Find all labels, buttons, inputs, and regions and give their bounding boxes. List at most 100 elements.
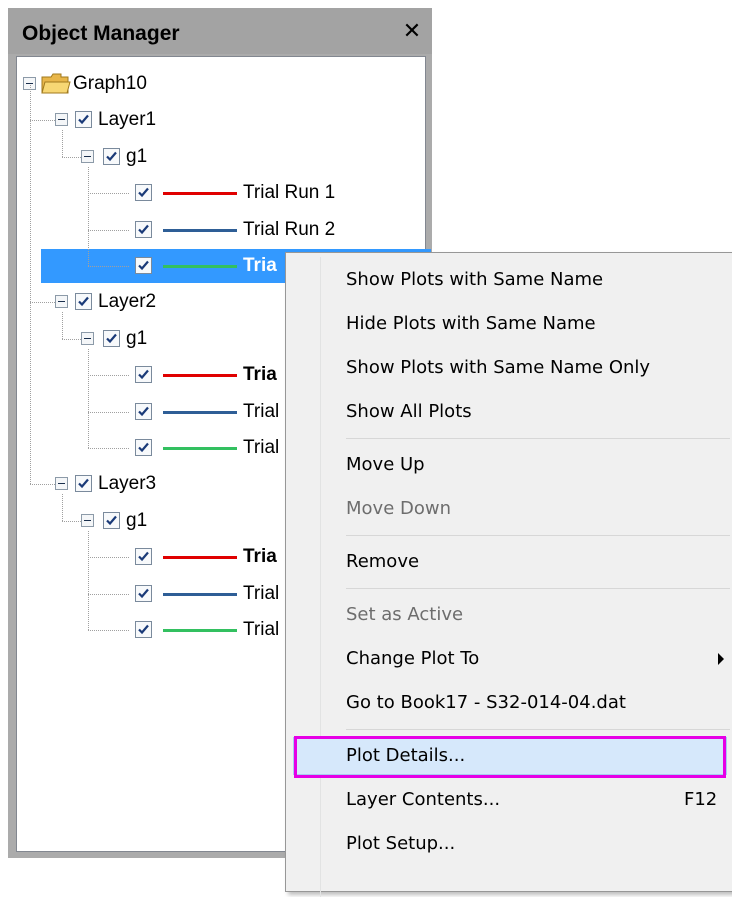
tree-connector bbox=[88, 166, 89, 266]
chevron-right-icon bbox=[718, 653, 724, 665]
close-icon[interactable]: ✕ bbox=[400, 20, 424, 44]
checkbox-checked-icon[interactable] bbox=[135, 621, 152, 638]
menu-item-set-as-active: Set as Active bbox=[286, 593, 732, 637]
tree-connector bbox=[30, 120, 55, 122]
tree-connector bbox=[30, 302, 55, 304]
tree-item-group[interactable]: g1 bbox=[17, 140, 427, 174]
tree-item-label: Trial bbox=[243, 437, 280, 458]
tree-connector bbox=[62, 156, 81, 158]
context-menu: Show Plots with Same Name Hide Plots with… bbox=[285, 252, 732, 897]
menu-item-remove[interactable]: Remove bbox=[286, 540, 732, 584]
tree-item-layer[interactable]: Layer1 bbox=[17, 103, 427, 137]
line-sample-icon bbox=[163, 410, 237, 414]
menu-item-change-plot-to[interactable]: Change Plot To bbox=[286, 637, 732, 681]
collapse-icon[interactable] bbox=[81, 331, 94, 345]
tree-connector bbox=[62, 130, 63, 157]
checkbox-checked-icon[interactable] bbox=[135, 366, 152, 384]
line-sample-icon bbox=[163, 192, 237, 196]
line-sample-icon bbox=[163, 447, 237, 450]
tree-item-label: Layer3 bbox=[98, 473, 157, 495]
menu-item-label: Change Plot To bbox=[346, 648, 480, 669]
tree-item-plot[interactable]: Trial Run 2 bbox=[17, 213, 427, 247]
tree-connector bbox=[88, 630, 129, 631]
line-sample-icon bbox=[163, 556, 237, 560]
tree-connector bbox=[88, 193, 129, 195]
menu-item-label: Remove bbox=[346, 551, 420, 572]
checkbox-checked-icon[interactable] bbox=[75, 475, 92, 493]
tree-item-label: Trial Run 2 bbox=[243, 218, 336, 240]
line-sample-icon bbox=[163, 374, 237, 378]
checkbox-checked-icon[interactable] bbox=[103, 329, 120, 347]
menu-item-label: Hide Plots with Same Name bbox=[346, 313, 596, 334]
menu-item-label: Move Down bbox=[346, 498, 451, 519]
collapse-icon[interactable] bbox=[55, 477, 68, 491]
tree-connector bbox=[88, 411, 129, 413]
tree-item-label: Trial bbox=[243, 400, 280, 422]
checkbox-checked-icon[interactable] bbox=[75, 111, 92, 129]
checkbox-checked-icon[interactable] bbox=[75, 293, 92, 311]
tree-item-label: Trial Run 1 bbox=[243, 182, 336, 204]
menu-item-go-to-book17-s32-014-04-dat[interactable]: Go to Book17 - S32-014-04.dat bbox=[286, 681, 732, 725]
panel-title: Object Manager bbox=[22, 22, 180, 45]
tree-connector bbox=[88, 593, 129, 595]
tree-connector bbox=[62, 520, 81, 522]
tree-item-label: Graph10 bbox=[73, 73, 147, 94]
menu-item-label: Set as Active bbox=[346, 604, 464, 625]
menu-item-label: Show Plots with Same Name bbox=[346, 269, 604, 290]
checkbox-checked-icon[interactable] bbox=[135, 220, 152, 238]
menu-item-move-up[interactable]: Move Up bbox=[286, 443, 732, 487]
menu-item-show-all-plots[interactable]: Show All Plots bbox=[286, 390, 732, 434]
checkbox-checked-icon[interactable] bbox=[103, 147, 120, 165]
collapse-icon[interactable] bbox=[81, 513, 94, 527]
tree-connector bbox=[88, 448, 129, 449]
checkbox-checked-icon[interactable] bbox=[135, 548, 152, 566]
menu-separator bbox=[346, 438, 730, 439]
checkbox-checked-icon[interactable] bbox=[135, 257, 152, 274]
tree-item-label: Layer2 bbox=[98, 291, 157, 313]
tree-item-label: Tria bbox=[243, 546, 277, 568]
tree-connector bbox=[62, 312, 63, 339]
folder-icon bbox=[41, 73, 71, 99]
checkbox-checked-icon[interactable] bbox=[135, 584, 152, 602]
tree-item-label: Tria bbox=[243, 364, 277, 386]
checkbox-checked-icon[interactable] bbox=[135, 439, 152, 456]
collapse-icon[interactable] bbox=[55, 295, 68, 309]
tree-connector bbox=[88, 348, 89, 448]
menu-item-label: Plot Setup... bbox=[346, 833, 456, 854]
menu-separator bbox=[346, 729, 730, 730]
menu-shortcut: F12 bbox=[684, 789, 718, 810]
tree-item-label: Layer1 bbox=[98, 109, 157, 131]
menu-item-label: Layer Contents... bbox=[346, 789, 501, 810]
checkbox-checked-icon[interactable] bbox=[135, 184, 152, 202]
menu-item-show-plots-with-same-name-only[interactable]: Show Plots with Same Name Only bbox=[286, 346, 732, 390]
tree-connector bbox=[62, 338, 81, 340]
line-sample-icon bbox=[163, 592, 237, 596]
menu-item-label: Move Up bbox=[346, 454, 425, 475]
menu-item-label: Go to Book17 - S32-014-04.dat bbox=[346, 692, 626, 713]
collapse-icon[interactable] bbox=[81, 149, 94, 163]
tree-item-label: g1 bbox=[126, 145, 148, 167]
tree-connector bbox=[30, 484, 55, 486]
collapse-icon[interactable] bbox=[55, 113, 68, 127]
menu-separator bbox=[346, 535, 730, 536]
tree-connector bbox=[88, 229, 129, 231]
menu-item-hide-plots-with-same-name[interactable]: Hide Plots with Same Name bbox=[286, 302, 732, 346]
tree-connector bbox=[88, 266, 129, 267]
tree-item-label: g1 bbox=[126, 509, 148, 531]
tree-connector bbox=[30, 85, 31, 485]
checkbox-checked-icon[interactable] bbox=[135, 402, 152, 420]
line-sample-icon bbox=[163, 228, 237, 232]
tree-item-plot[interactable]: Trial Run 1 bbox=[17, 176, 427, 210]
tree-item-folder[interactable]: Graph10 bbox=[17, 67, 427, 101]
menu-item-plot-details[interactable]: Plot Details... bbox=[286, 734, 732, 778]
checkbox-checked-icon[interactable] bbox=[103, 511, 120, 529]
panel-titlebar[interactable]: Object Manager ✕ bbox=[8, 8, 432, 54]
menu-item-show-plots-with-same-name[interactable]: Show Plots with Same Name bbox=[286, 258, 732, 302]
tree-item-label: Tria bbox=[243, 255, 277, 276]
menu-item-plot-setup[interactable]: Plot Setup... bbox=[286, 822, 732, 866]
menu-item-label: Show Plots with Same Name Only bbox=[346, 357, 651, 378]
tree-connector bbox=[88, 557, 129, 559]
tree-connector bbox=[88, 375, 129, 377]
menu-item-layer-contents[interactable]: Layer Contents... F12 bbox=[286, 778, 732, 822]
tree-connector bbox=[88, 530, 89, 630]
